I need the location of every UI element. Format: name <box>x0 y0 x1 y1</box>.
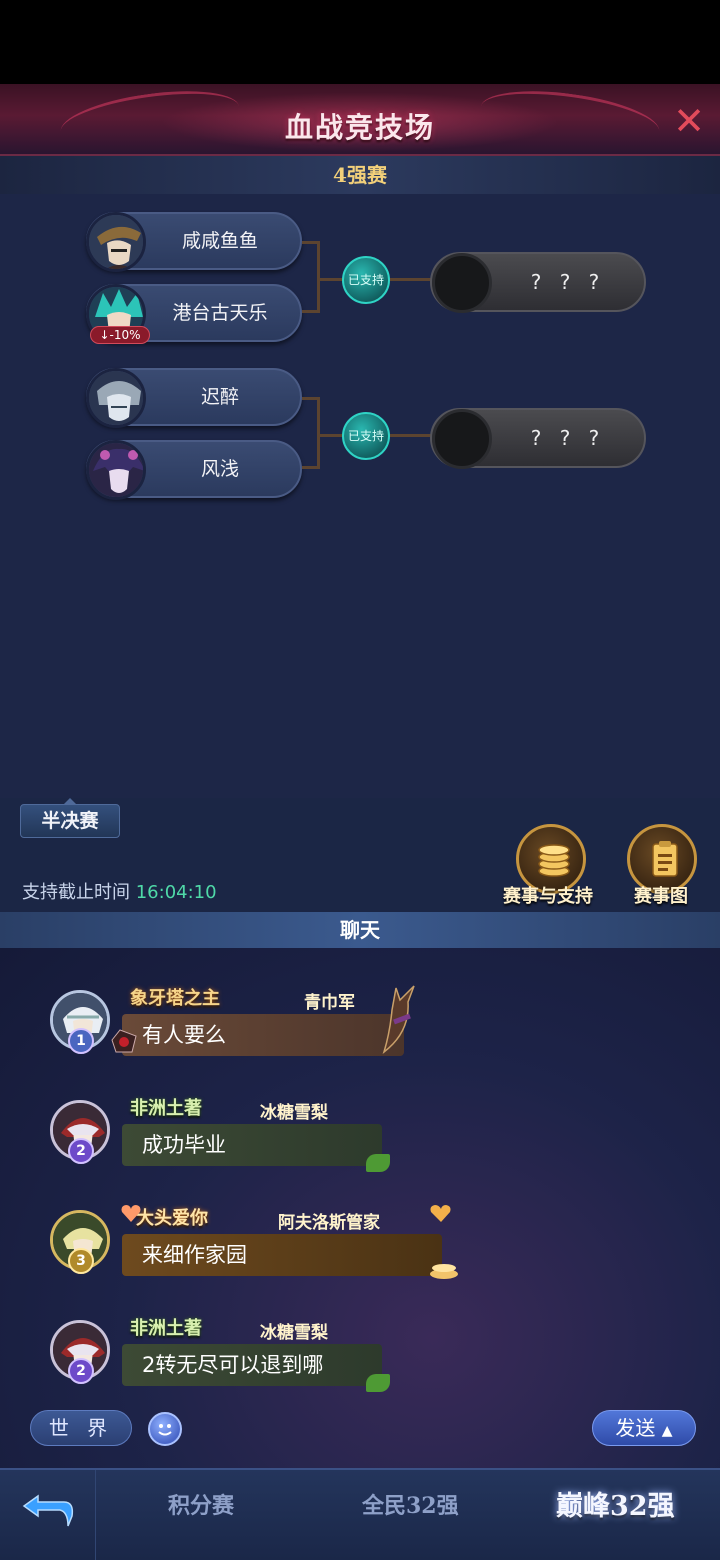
tab-peak-32[interactable]: 巅峰32强 <box>556 1484 675 1523</box>
bracket-connector <box>302 397 320 469</box>
claw-decoration-icon <box>382 985 415 1054</box>
winner-name: ? ? ? <box>530 270 606 294</box>
bracket-player-card[interactable]: 风浅 <box>86 440 302 500</box>
support-deadline: 支持截止时间 16:04:10 <box>22 878 217 904</box>
player-name: 港台古天乐 <box>172 302 268 324</box>
player-avatar <box>86 368 146 428</box>
chat-message: 2 2转无尽可以退到哪 非洲土著 冰糖雪梨 <box>50 1312 470 1412</box>
deadline-label: 支持截止时间 <box>22 882 130 903</box>
player-name: 风浅 <box>200 458 239 480</box>
message-text: 成功毕业 <box>122 1124 382 1166</box>
cake-icon <box>430 1264 458 1279</box>
support-status-badge[interactable]: 已支持 <box>342 256 390 304</box>
player-name: 咸咸鱼鱼 <box>181 230 258 252</box>
bottom-nav: 积分赛 全民32强 巅峰32强 <box>0 1468 720 1560</box>
bracket-area: 咸咸鱼鱼 ↓-10% 港台古天乐 已支持 ? ? ? 迟醉 风浅 已支持 ? ?… <box>0 194 720 798</box>
channel-world-button[interactable]: 世 界 <box>30 1410 132 1446</box>
winner-slot: ? ? ? <box>430 408 646 469</box>
title-bar: 血战竞技场 ✕ <box>0 84 720 156</box>
round-tab-label: 半决赛 <box>41 810 99 832</box>
bracket-player-card[interactable]: 迟醉 <box>86 368 302 428</box>
bracket-player-card[interactable]: 咸咸鱼鱼 <box>86 212 302 272</box>
chat-message: 2 成功毕业 非洲土著 冰糖雪梨 <box>50 1092 470 1192</box>
empty-avatar-slot <box>432 253 492 313</box>
user-title: 大头爱你 <box>136 1208 208 1229</box>
user-title: 象牙塔之主 <box>130 988 220 1009</box>
player-avatar <box>86 440 146 500</box>
chat-message: 3 来细作家园 大头爱你 阿夫洛斯管家 <box>50 1202 470 1302</box>
user-name[interactable]: 青巾军 <box>304 988 355 1013</box>
player-name: 迟醉 <box>200 386 239 408</box>
gem-decoration-icon <box>111 1029 137 1053</box>
tab-national-32[interactable]: 全民32强 <box>362 1488 459 1520</box>
coins-icon <box>538 844 570 877</box>
close-icon[interactable]: ✕ <box>672 102 706 140</box>
events-support-label: 赛事与支持 <box>503 886 593 907</box>
deadline-time: 16:04:10 <box>135 882 217 903</box>
user-title: 非洲土著 <box>130 1318 202 1339</box>
user-title: 非洲土著 <box>130 1098 202 1119</box>
rank-badge: 2 <box>68 1138 94 1164</box>
emoji-icon[interactable] <box>148 1412 182 1446</box>
leaf-decoration-icon <box>366 1154 390 1172</box>
stage-title: 4强赛 <box>0 156 720 194</box>
bracket-connector <box>302 241 320 313</box>
rank-badge: 1 <box>68 1028 94 1054</box>
player-avatar <box>86 212 146 272</box>
bracket-player-card[interactable]: ↓-10% 港台古天乐 <box>86 284 302 344</box>
send-button[interactable]: 发送 ▲ <box>592 1410 696 1446</box>
leaf-decoration-icon <box>366 1374 390 1392</box>
rank-badge: 3 <box>68 1248 94 1274</box>
user-name[interactable]: 冰糖雪梨 <box>260 1098 328 1123</box>
chat-message: 1 有人要么 象牙塔之主 青巾军 <box>50 982 470 1082</box>
winner-name: ? ? ? <box>530 426 606 450</box>
tab-pointer <box>63 798 77 805</box>
debuff-badge: ↓-10% <box>90 326 150 344</box>
rank-badge: 2 <box>68 1358 94 1384</box>
tab-points[interactable]: 积分赛 <box>168 1488 234 1520</box>
winner-slot: ? ? ? <box>430 252 646 313</box>
round-info-area: 半决赛 支持截止时间 16:04:10 赛事与支持 赛事图 <box>0 798 720 912</box>
chat-area[interactable]: 1 有人要么 象牙塔之主 青巾军 2 成功毕业 非洲土著 冰糖雪梨 3 来细作家… <box>0 948 720 1468</box>
heart-icon <box>121 1205 141 1222</box>
support-status-badge[interactable]: 已支持 <box>342 412 390 460</box>
status-bar-area <box>0 0 720 84</box>
round-tab-semifinal[interactable]: 半决赛 <box>20 798 120 838</box>
page-title: 血战竞技场 <box>284 111 435 144</box>
debuff-value: -10% <box>109 328 141 342</box>
user-name[interactable]: 阿夫洛斯管家 <box>278 1208 380 1233</box>
message-text: 有人要么 <box>122 1014 404 1056</box>
empty-avatar-slot <box>432 409 492 469</box>
document-icon <box>652 841 678 877</box>
send-label: 发送 <box>615 1416 656 1440</box>
user-name[interactable]: 冰糖雪梨 <box>260 1318 328 1343</box>
chat-header: 聊天 <box>0 912 720 948</box>
back-button[interactable] <box>0 1470 96 1560</box>
bracket-chart-label: 赛事图 <box>634 886 688 907</box>
heart-icon <box>430 1205 451 1222</box>
message-text: 来细作家园 <box>122 1234 442 1276</box>
down-arrow-icon: ↓ <box>99 328 110 342</box>
chat-input-bar: 世 界 发送 ▲ <box>0 1406 720 1454</box>
arrow-up-icon: ▲ <box>661 1423 673 1439</box>
back-arrow-icon <box>22 1494 74 1527</box>
message-text: 2转无尽可以退到哪 <box>122 1344 382 1386</box>
